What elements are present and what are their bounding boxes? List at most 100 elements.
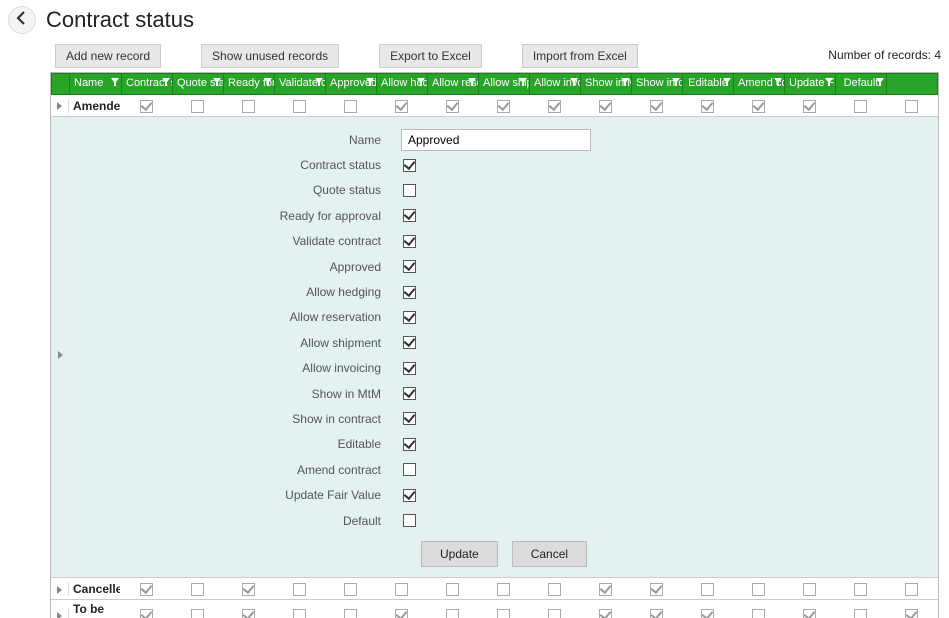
column-header[interactable]: Editable [683,74,734,94]
form-field-label: Amend contract [51,463,401,477]
row-checkbox-cell [529,582,580,596]
filter-icon[interactable] [621,78,629,86]
filter-icon[interactable] [876,78,884,86]
column-header[interactable]: Show in contract [632,74,683,94]
row-checkbox-cell [529,608,580,618]
import-excel-button[interactable]: Import from Excel [522,44,638,68]
form-checkbox[interactable] [403,514,416,527]
filter-icon[interactable] [366,78,374,86]
column-header[interactable]: Allow shipment [479,74,530,94]
table-row[interactable]: Cancelled [51,578,938,600]
checkbox-icon [446,583,459,596]
data-grid: NameContract statusQuote statusReady for… [50,72,939,618]
row-expander[interactable] [51,347,69,361]
form-checkbox[interactable] [403,387,416,400]
row-checkbox-cell [172,608,223,618]
filter-icon[interactable] [213,78,221,86]
name-input[interactable] [401,129,591,151]
column-header[interactable]: Validate contract [275,74,326,94]
filter-icon[interactable] [774,78,782,86]
show-unused-button[interactable]: Show unused records [201,44,339,68]
row-checkbox-cell [580,582,631,596]
column-header[interactable]: Allow hedging [377,74,428,94]
filter-icon[interactable] [825,78,833,86]
column-header[interactable]: Allow reservation [428,74,479,94]
table-row[interactable]: Amended [51,95,938,117]
row-expander[interactable] [51,99,69,113]
column-header[interactable]: Allow invoicing [530,74,581,94]
row-expander[interactable] [51,582,69,596]
checkbox-icon [803,609,816,618]
row-name: Cancelled [69,582,121,596]
edit-panel: NameContract statusQuote statusReady for… [51,117,938,578]
column-header[interactable]: Contract status [122,74,173,94]
checkbox-icon [344,609,357,618]
filter-icon[interactable] [264,78,272,86]
filter-icon[interactable] [723,78,731,86]
checkbox-icon [701,609,714,618]
column-header[interactable]: Default [836,74,887,94]
page-header: Contract status [0,0,949,44]
row-checkbox-cell [784,582,835,596]
arrow-left-icon [14,10,30,31]
checkbox-icon [242,583,255,596]
chevron-right-icon [57,612,62,618]
filter-icon[interactable] [162,78,170,86]
row-checkbox-cell [172,98,223,112]
column-header[interactable] [52,74,70,94]
form-checkbox[interactable] [403,286,416,299]
form-checkbox[interactable] [403,159,416,172]
checkbox-icon [140,583,153,596]
form-row: Contract status [51,152,938,177]
filter-icon[interactable] [417,78,425,86]
checkbox-icon [191,583,204,596]
add-record-button[interactable]: Add new record [55,44,161,68]
form-checkbox[interactable] [403,336,416,349]
form-checkbox[interactable] [403,463,416,476]
form-checkbox[interactable] [403,184,416,197]
filter-icon[interactable] [519,78,527,86]
form-checkbox[interactable] [403,362,416,375]
filter-icon[interactable] [111,78,119,86]
row-checkbox-cell [274,608,325,618]
form-checkbox[interactable] [403,412,416,425]
filter-icon[interactable] [315,78,323,86]
row-checkbox-cell [733,582,784,596]
cancel-button[interactable]: Cancel [512,541,587,567]
row-checkbox-cell [427,582,478,596]
filter-icon[interactable] [570,78,578,86]
filter-icon[interactable] [468,78,476,86]
row-expander[interactable] [51,608,69,618]
filter-icon[interactable] [672,78,680,86]
update-button[interactable]: Update [421,541,498,567]
checkbox-icon [344,100,357,113]
checkbox-icon [395,583,408,596]
row-checkbox-cell [835,98,886,112]
form-field-label: Allow invoicing [51,361,401,375]
column-header[interactable]: Name [70,74,122,94]
form-row: Show in MtM [51,381,938,406]
row-checkbox-cell [784,608,835,618]
column-header[interactable]: Show in MtM [581,74,632,94]
form-checkbox[interactable] [403,260,416,273]
checkbox-icon [752,609,765,618]
form-checkbox[interactable] [403,489,416,502]
row-checkbox-cell [223,608,274,618]
chevron-right-icon [57,102,62,110]
table-row[interactable]: To be approved [51,600,938,618]
column-header[interactable]: Approved [326,74,377,94]
back-button[interactable] [8,6,36,34]
column-header[interactable]: Ready for approval [224,74,275,94]
form-checkbox[interactable] [403,438,416,451]
form-checkbox[interactable] [403,235,416,248]
form-checkbox[interactable] [403,311,416,324]
row-checkbox-cell [325,98,376,112]
form-field-label: Contract status [51,158,401,172]
checkbox-icon [293,100,306,113]
column-header[interactable]: Update Fair [785,74,836,94]
column-header[interactable]: Quote status [173,74,224,94]
export-excel-button[interactable]: Export to Excel [379,44,482,68]
column-header[interactable]: Amend contract [734,74,785,94]
form-checkbox[interactable] [403,209,416,222]
chevron-right-icon [57,586,62,594]
